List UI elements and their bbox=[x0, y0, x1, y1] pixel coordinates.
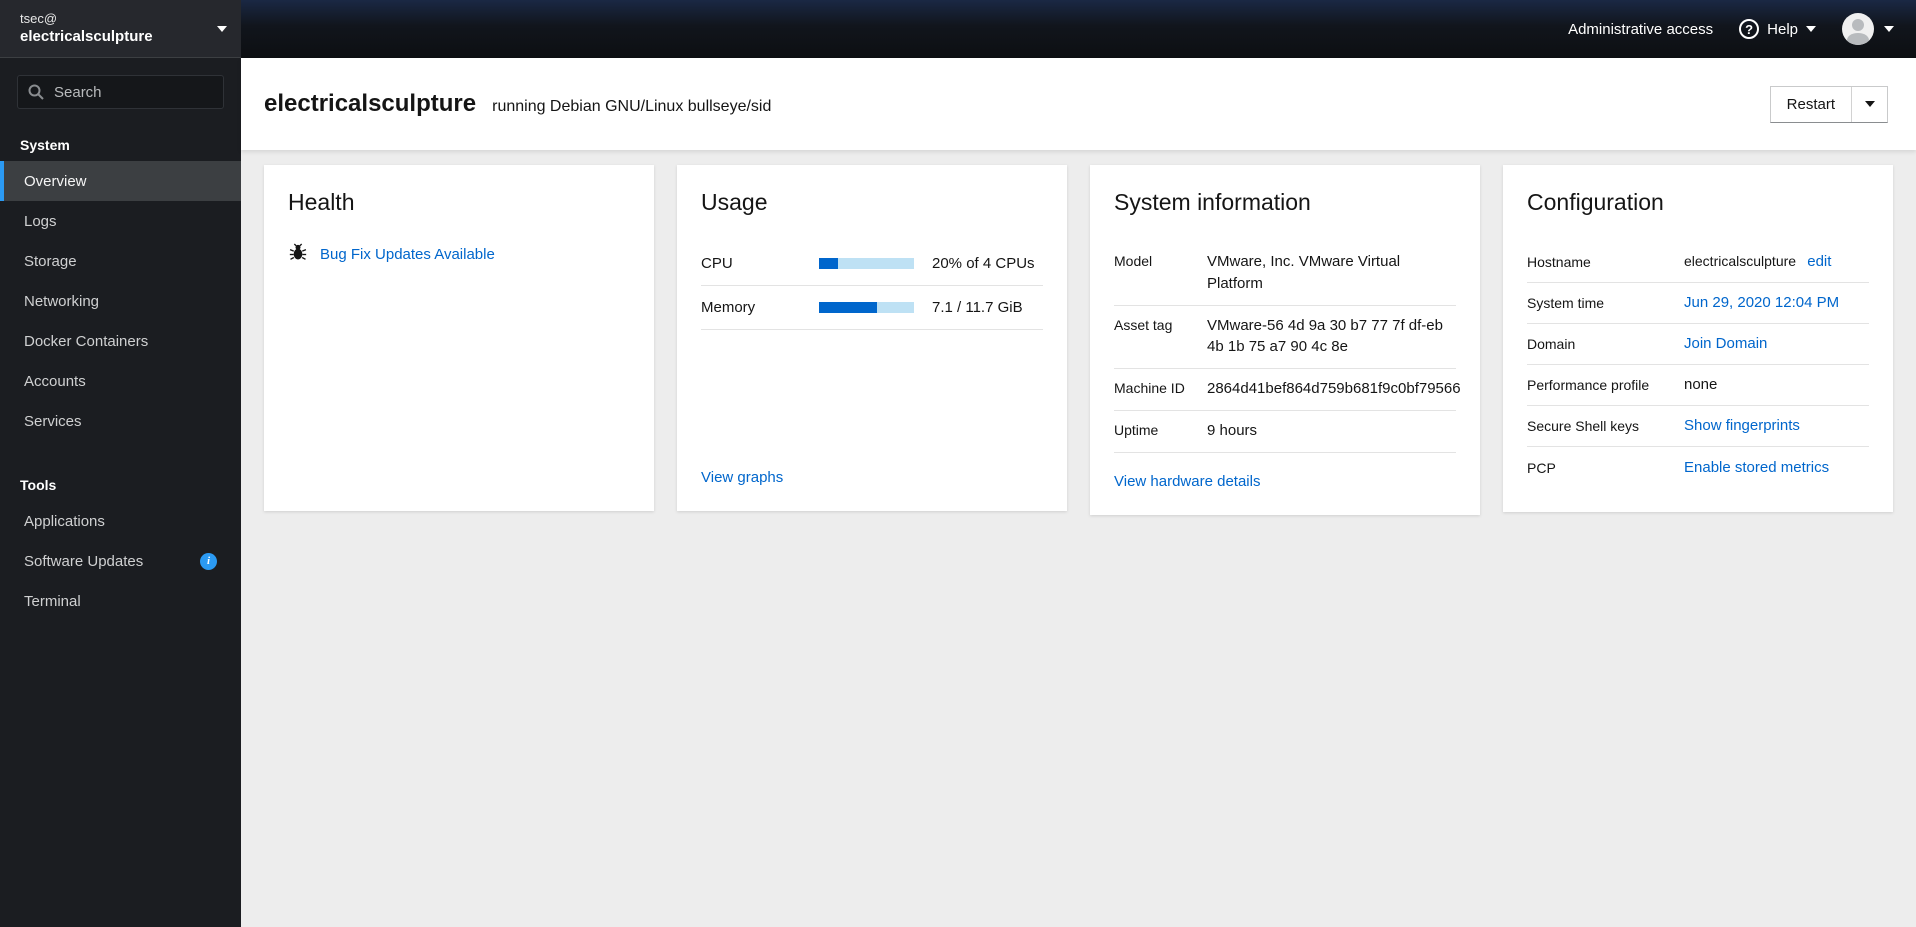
host-switcher-labels: tsec@ electricalsculpture bbox=[20, 10, 217, 48]
memory-progress-bar bbox=[819, 302, 914, 313]
uptime-row: Uptime 9 hours bbox=[1114, 411, 1456, 453]
cpu-usage-row: CPU 20% of 4 CPUs bbox=[701, 242, 1043, 286]
system-time-row: System time Jun 29, 2020 12:04 PM bbox=[1527, 283, 1869, 324]
nav-section-title: Tools bbox=[20, 477, 57, 493]
sidebar-item-storage[interactable]: Storage bbox=[0, 241, 241, 281]
card-title: Configuration bbox=[1527, 189, 1664, 215]
card-title: Health bbox=[288, 189, 355, 215]
chevron-down-icon bbox=[1864, 101, 1875, 107]
usage-card: Usage CPU 20% of 4 CPUs Memory 7.1 / 11.… bbox=[677, 165, 1067, 511]
bug-icon bbox=[288, 242, 308, 267]
help-menu[interactable]: ? Help bbox=[1739, 19, 1816, 39]
enable-stored-metrics-link[interactable]: Enable stored metrics bbox=[1684, 459, 1829, 476]
avatar-person-icon bbox=[1852, 19, 1864, 31]
content-header: electricalsculpture running Debian GNU/L… bbox=[241, 58, 1916, 150]
page-title: electricalsculpture bbox=[264, 90, 477, 117]
configuration-table: Hostname electricalsculpture edit System… bbox=[1527, 242, 1869, 488]
secure-shell-keys-row: Secure Shell keys Show fingerprints bbox=[1527, 406, 1869, 447]
host-user: tsec@ bbox=[20, 10, 58, 26]
nav-section-tools: Tools Applications Software Updates i Te… bbox=[0, 471, 241, 621]
system-information-card: System information Model VMware, Inc. VM… bbox=[1090, 165, 1480, 515]
sidebar-item-overview[interactable]: Overview bbox=[0, 161, 241, 201]
view-graphs-link[interactable]: View graphs bbox=[701, 469, 783, 486]
hostname-value: electricalsculpture bbox=[1684, 253, 1797, 270]
cpu-usage-value: 20% of 4 CPUs bbox=[932, 255, 1035, 272]
info-icon: i bbox=[200, 552, 217, 570]
administrative-access-button[interactable]: Administrative access bbox=[1568, 21, 1713, 38]
sidebar-item-docker-containers[interactable]: Docker Containers bbox=[0, 321, 241, 361]
host-name: electricalsculpture bbox=[20, 28, 153, 46]
sidebar-item-software-updates[interactable]: Software Updates i bbox=[0, 541, 241, 581]
host-switcher[interactable]: tsec@ electricalsculpture bbox=[0, 0, 241, 58]
health-updates-item: Bug Fix Updates Available bbox=[288, 242, 630, 267]
sidebar-item-logs[interactable]: Logs bbox=[0, 201, 241, 241]
bug-fix-updates-link[interactable]: Bug Fix Updates Available bbox=[320, 246, 495, 263]
cpu-label: CPU bbox=[701, 255, 733, 272]
sidebar-item-accounts[interactable]: Accounts bbox=[0, 361, 241, 401]
sidebar-item-services[interactable]: Services bbox=[0, 401, 241, 441]
search-input[interactable] bbox=[17, 75, 224, 109]
domain-row: Domain Join Domain bbox=[1527, 324, 1869, 365]
nav-section-system: System Overview Logs Storage Networking … bbox=[0, 131, 241, 441]
card-title: System information bbox=[1114, 189, 1311, 215]
performance-profile-row: Performance profile none bbox=[1527, 365, 1869, 406]
performance-profile-value: none bbox=[1684, 376, 1718, 394]
sidebar-item-networking[interactable]: Networking bbox=[0, 281, 241, 321]
restart-split-button: Restart bbox=[1769, 85, 1888, 123]
search-wrap bbox=[17, 75, 224, 109]
masthead: tsec@ electricalsculpture Administrative… bbox=[0, 0, 1916, 58]
chevron-down-icon bbox=[1806, 26, 1816, 32]
restart-button[interactable]: Restart bbox=[1770, 86, 1851, 122]
help-icon: ? bbox=[1739, 19, 1760, 39]
search-icon bbox=[28, 84, 44, 105]
session-menu[interactable] bbox=[1842, 13, 1894, 45]
cockpit-app: tsec@ electricalsculpture Administrative… bbox=[0, 0, 1916, 927]
view-hardware-details-link[interactable]: View hardware details bbox=[1114, 473, 1260, 490]
overview-cards: Health Bug Fix Updates Available Usage C… bbox=[241, 150, 1916, 927]
memory-usage-row: Memory 7.1 / 11.7 GiB bbox=[701, 286, 1043, 330]
sidebar-item-terminal[interactable]: Terminal bbox=[0, 581, 241, 621]
health-card: Health Bug Fix Updates Available bbox=[264, 165, 654, 511]
masthead-right: Administrative access ? Help bbox=[241, 0, 1916, 58]
memory-label: Memory bbox=[701, 299, 756, 316]
model-row: Model VMware, Inc. VMware Virtual Platfo… bbox=[1114, 242, 1456, 306]
system-info-table: Model VMware, Inc. VMware Virtual Platfo… bbox=[1114, 242, 1461, 453]
chevron-down-icon bbox=[217, 25, 227, 32]
sidebar-item-applications[interactable]: Applications bbox=[0, 501, 241, 541]
asset-tag-row: Asset tag VMware-56 4d 9a 30 b7 77 7f df… bbox=[1114, 306, 1456, 369]
main: electricalsculpture running Debian GNU/L… bbox=[241, 58, 1916, 927]
avatar bbox=[1842, 13, 1874, 45]
chevron-down-icon bbox=[1884, 26, 1894, 32]
memory-usage-value: 7.1 / 11.7 GiB bbox=[932, 299, 1023, 316]
os-subtitle: running Debian GNU/Linux bullseye/sid bbox=[492, 98, 772, 115]
help-label: Help bbox=[1767, 20, 1798, 38]
nav-section-title: System bbox=[20, 137, 70, 153]
join-domain-link[interactable]: Join Domain bbox=[1684, 335, 1767, 352]
restart-dropdown-toggle[interactable] bbox=[1851, 86, 1887, 122]
card-title: Usage bbox=[701, 189, 768, 215]
cpu-progress-bar bbox=[819, 258, 914, 269]
edit-hostname-link[interactable]: edit bbox=[1807, 253, 1831, 270]
configuration-card: Configuration Hostname electricalsculptu… bbox=[1503, 165, 1893, 512]
show-fingerprints-link[interactable]: Show fingerprints bbox=[1684, 417, 1800, 434]
pcp-row: PCP Enable stored metrics bbox=[1527, 458, 1830, 476]
sidebar: System Overview Logs Storage Networking … bbox=[0, 58, 241, 927]
system-time-link[interactable]: Jun 29, 2020 12:04 PM bbox=[1684, 294, 1839, 311]
usage-table: CPU 20% of 4 CPUs Memory 7.1 / 11.7 GiB bbox=[701, 242, 1043, 330]
machine-id-row: Machine ID 2864d41bef864d759b681f9c0bf79… bbox=[1114, 369, 1461, 411]
hostname-row: Hostname electricalsculpture edit bbox=[1527, 242, 1869, 283]
